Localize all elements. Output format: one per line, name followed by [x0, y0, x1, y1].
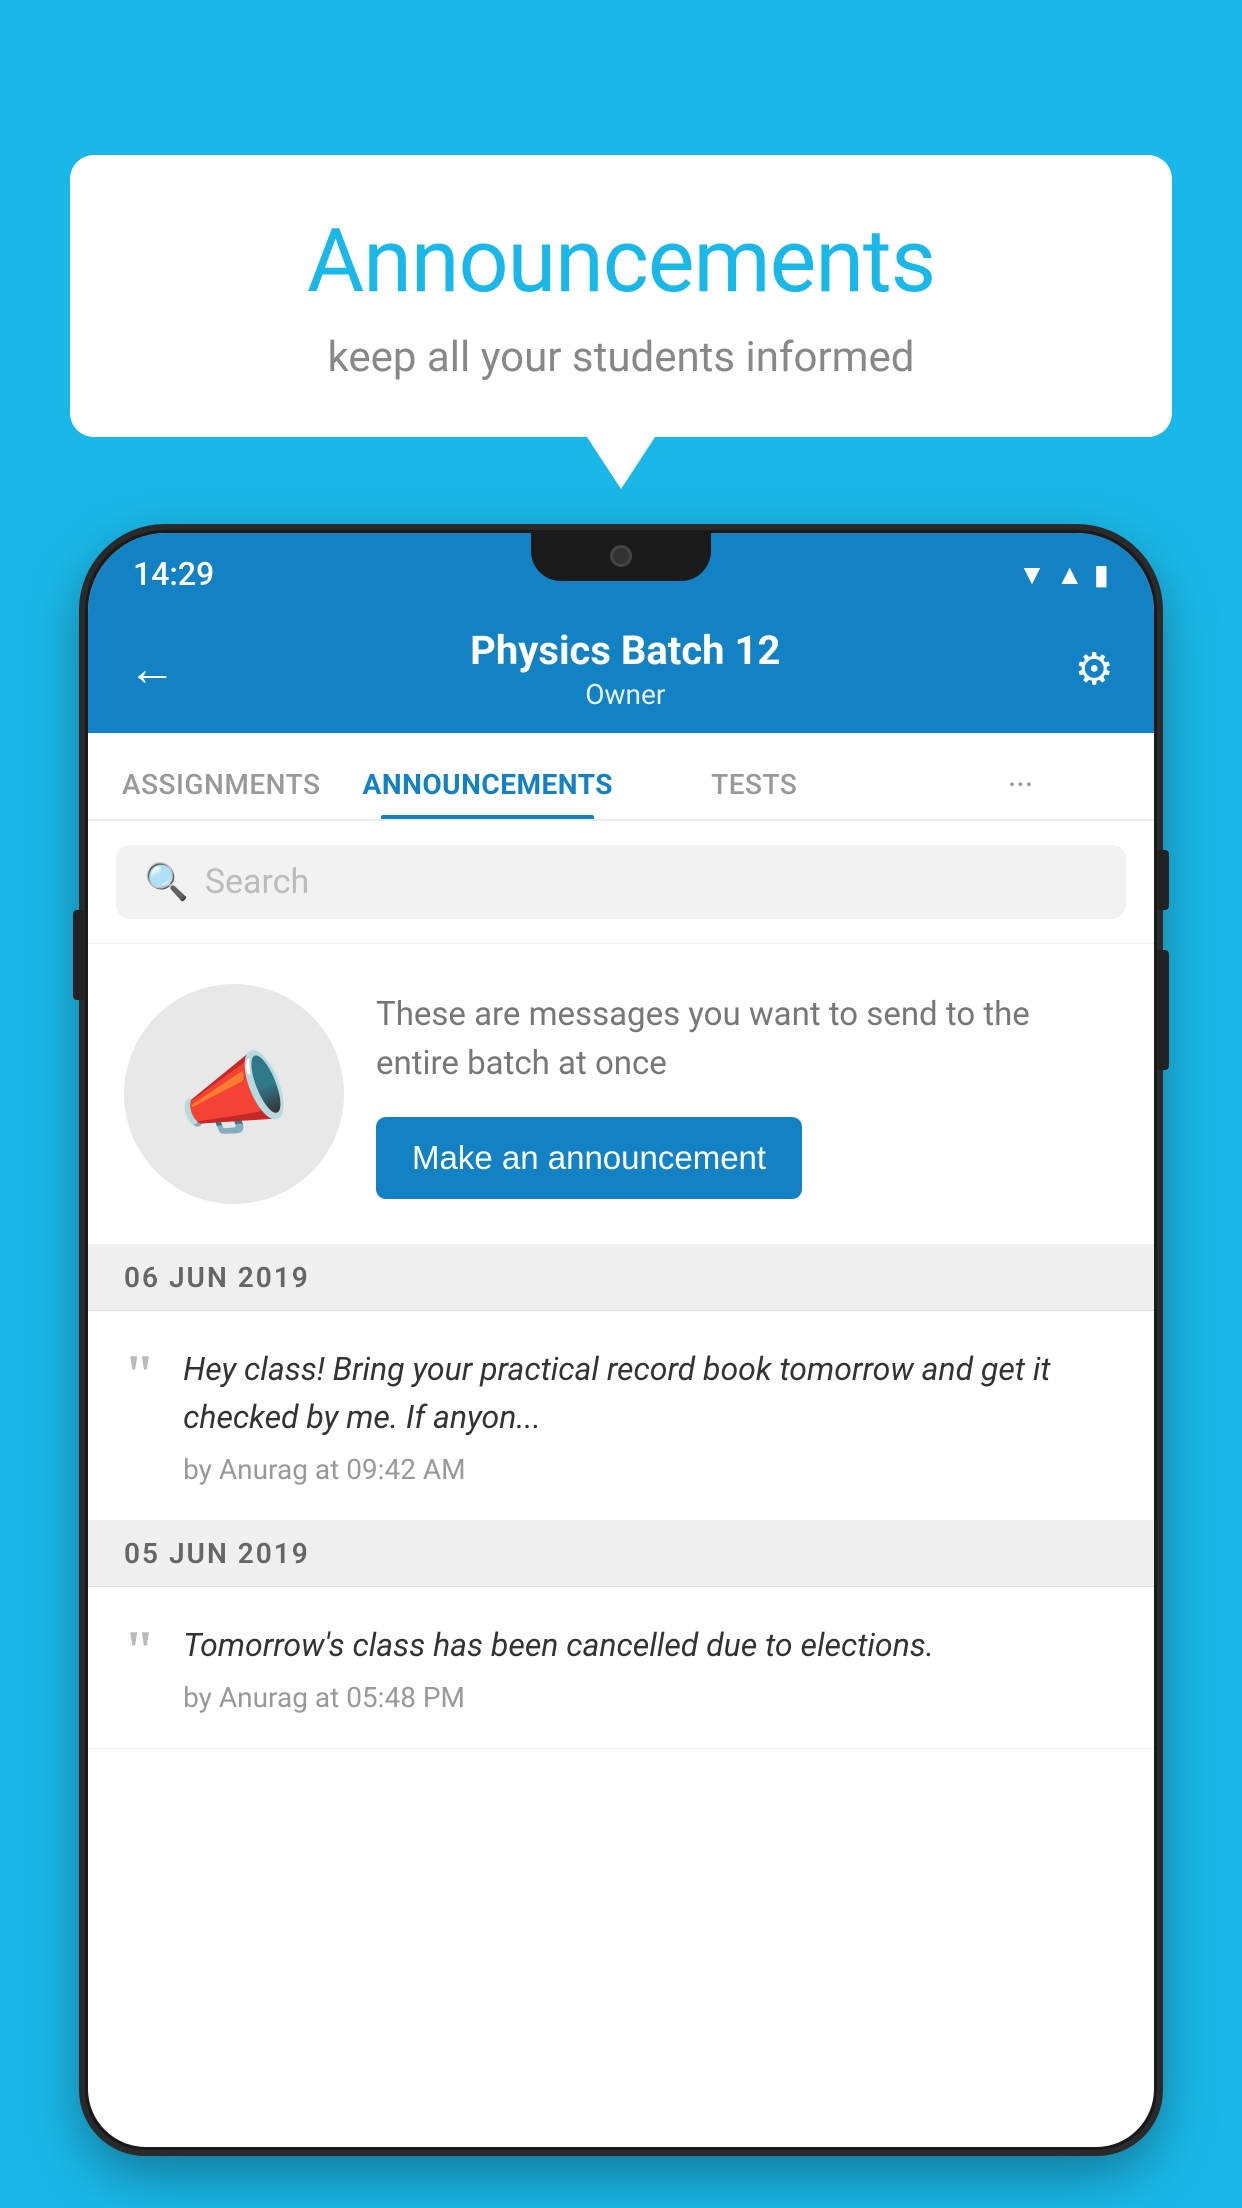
status-icons: ▼ ▲ ▮	[1018, 558, 1109, 591]
quote-icon-1: "	[124, 1353, 155, 1398]
search-bar[interactable]: 🔍 Search	[116, 845, 1126, 919]
promo-block: 📣 These are messages you want to send to…	[88, 944, 1154, 1245]
phone-device: 14:29 ▼ ▲ ▮ ← Physics Batch 12 Owner ⚙ A…	[85, 530, 1157, 2208]
tab-bar: ASSIGNMENTS ANNOUNCEMENTS TESTS ···	[88, 733, 1154, 821]
announcement-content-1: Hey class! Bring your practical record b…	[183, 1345, 1118, 1486]
search-icon: 🔍	[144, 861, 189, 903]
status-time: 14:29	[133, 555, 214, 593]
promo-description: These are messages you want to send to t…	[376, 990, 1118, 1089]
signal-icon: ▲	[1056, 558, 1084, 591]
tab-tests[interactable]: TESTS	[621, 768, 888, 819]
camera	[610, 545, 632, 567]
search-container: 🔍 Search	[88, 821, 1154, 944]
phone-screen: 14:29 ▼ ▲ ▮ ← Physics Batch 12 Owner ⚙ A…	[88, 533, 1154, 2147]
announcement-content-2: Tomorrow's class has been cancelled due …	[183, 1621, 1118, 1714]
volume-down-button	[1157, 950, 1169, 1070]
announcement-text-2: Tomorrow's class has been cancelled due …	[183, 1621, 1118, 1669]
announcement-item-2[interactable]: " Tomorrow's class has been cancelled du…	[88, 1587, 1154, 1749]
date-separator-2: 05 JUN 2019	[88, 1521, 1154, 1587]
announcement-meta-2: by Anurag at 05:48 PM	[183, 1681, 1118, 1714]
volume-button	[73, 910, 85, 1000]
date-separator-1: 06 JUN 2019	[88, 1245, 1154, 1311]
header-role: Owner	[176, 678, 1075, 711]
header-title-block: Physics Batch 12 Owner	[176, 627, 1075, 711]
megaphone-circle: 📣	[124, 984, 344, 1204]
announcement-text-1: Hey class! Bring your practical record b…	[183, 1345, 1118, 1441]
power-button	[1157, 850, 1169, 910]
search-placeholder: Search	[205, 862, 309, 902]
tab-more[interactable]: ···	[888, 768, 1155, 819]
quote-icon-2: "	[124, 1629, 155, 1674]
speech-bubble-section: Announcements keep all your students inf…	[70, 155, 1172, 437]
speech-bubble: Announcements keep all your students inf…	[70, 155, 1172, 437]
batch-name: Physics Batch 12	[176, 627, 1075, 674]
announcement-item-1[interactable]: " Hey class! Bring your practical record…	[88, 1311, 1154, 1521]
phone-frame: 14:29 ▼ ▲ ▮ ← Physics Batch 12 Owner ⚙ A…	[85, 530, 1157, 2150]
tab-announcements[interactable]: ANNOUNCEMENTS	[355, 768, 622, 819]
promo-content: These are messages you want to send to t…	[376, 990, 1118, 1199]
battery-icon: ▮	[1094, 558, 1109, 591]
app-header: ← Physics Batch 12 Owner ⚙	[88, 605, 1154, 733]
make-announcement-button[interactable]: Make an announcement	[376, 1117, 802, 1199]
settings-icon[interactable]: ⚙	[1075, 643, 1114, 695]
phone-notch	[531, 533, 711, 581]
bubble-title: Announcements	[130, 210, 1112, 313]
bubble-subtitle: keep all your students informed	[130, 333, 1112, 382]
tab-assignments[interactable]: ASSIGNMENTS	[88, 768, 355, 819]
megaphone-icon: 📣	[178, 1042, 290, 1147]
wifi-icon: ▼	[1018, 558, 1046, 591]
back-button[interactable]: ←	[128, 645, 176, 693]
announcement-meta-1: by Anurag at 09:42 AM	[183, 1453, 1118, 1486]
